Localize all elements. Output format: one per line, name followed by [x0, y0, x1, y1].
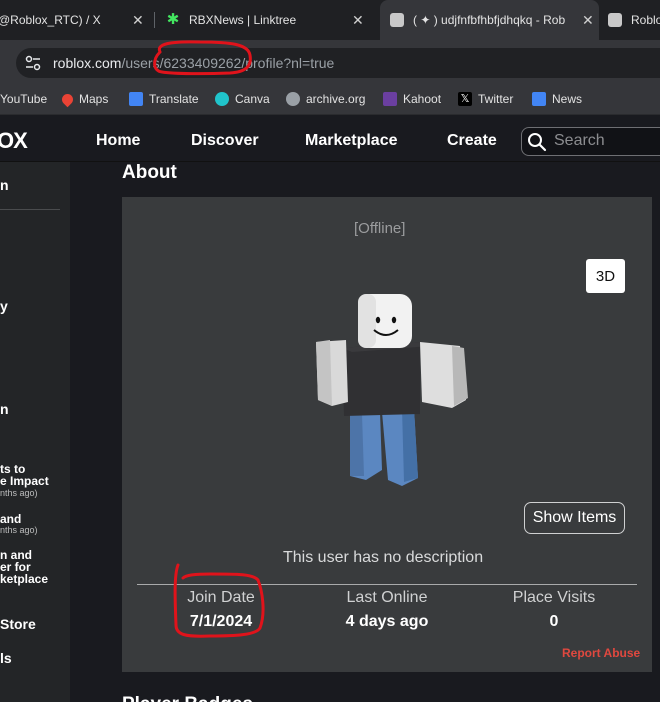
x-logo-icon: 𝕏	[458, 92, 472, 106]
view-3d-button[interactable]: 3D	[586, 259, 625, 293]
bookmark-label: archive.org	[306, 92, 366, 106]
bookmark-canva[interactable]: Canva	[215, 92, 270, 106]
url-domain: roblox.com	[53, 55, 122, 71]
kahoot-icon	[383, 92, 397, 106]
search-placeholder: Search	[554, 132, 605, 149]
globe-icon	[286, 92, 300, 106]
last-online-label: Last Online	[346, 589, 428, 606]
divider	[137, 584, 637, 585]
tab-title: ( ✦ ) udjfnfbfhbfjdhqkq - Rob	[413, 13, 566, 27]
translate-icon	[129, 92, 143, 106]
report-abuse-link[interactable]: Report Abuse	[562, 646, 640, 660]
nav-discover[interactable]: Discover	[191, 132, 259, 150]
tab-roblox[interactable]: Roblo	[608, 0, 660, 40]
bookmark-label: YouTube	[0, 92, 48, 106]
bookmark-label: Translate	[149, 92, 199, 106]
section-title-about: About	[122, 162, 177, 183]
close-icon[interactable]: ✕	[132, 12, 144, 29]
close-icon[interactable]: ✕	[352, 12, 364, 29]
bookmark-label: News	[552, 92, 583, 106]
bookmark-kahoot[interactable]: Kahoot	[383, 92, 441, 106]
join-date-label: Join Date	[187, 589, 255, 606]
bookmark-twitter[interactable]: 𝕏 Twitter	[458, 92, 513, 106]
tab-active-roblox[interactable]: ( ✦ ) udjfnfbfhbfjdhqkq - Rob ✕	[380, 0, 599, 40]
maps-icon	[59, 91, 76, 107]
bookmark-label: Canva	[235, 92, 270, 106]
join-date-value: 7/1/2024	[189, 613, 253, 630]
news-icon	[532, 92, 546, 106]
sidebar-event-time: nths ago)	[0, 525, 38, 535]
sidebar-event[interactable]: n and er for ketplace	[0, 549, 48, 585]
sidebar-divider	[0, 209, 60, 210]
tab-linktree[interactable]: ✱ RBXNews | Linktree ✕	[166, 0, 371, 40]
close-icon[interactable]: ✕	[582, 12, 594, 29]
site-settings-icon[interactable]	[25, 55, 41, 71]
place-visits-label: Place Visits	[512, 589, 596, 606]
place-visits-value: 0	[549, 613, 559, 630]
tab-separator	[154, 12, 155, 28]
sidebar-item-store[interactable]: Store	[0, 617, 36, 631]
linktree-icon: ✱	[166, 11, 180, 28]
nav-home[interactable]: Home	[96, 132, 140, 150]
bookmark-label: Twitter	[478, 92, 514, 106]
last-online-value: 4 days ago	[345, 613, 429, 630]
url-path: /users/6233409262/profile?nl=true	[121, 55, 335, 71]
roblox-icon	[608, 13, 622, 27]
tab-title: Roblo	[631, 13, 660, 27]
sidebar-item[interactable]: n	[0, 402, 9, 416]
url-text[interactable]: roblox.com/users/6233409262/profile?nl=t…	[53, 55, 334, 71]
tab-x[interactable]: @Roblox_RTC) / X ✕	[0, 0, 148, 40]
sidebar-event-time: nths ago)	[0, 488, 38, 498]
nav-marketplace[interactable]: Marketplace	[305, 132, 398, 150]
roblox-icon	[390, 13, 404, 27]
search-icon	[528, 133, 547, 152]
canva-icon	[215, 92, 229, 106]
sidebar-item[interactable]: ls	[0, 651, 12, 665]
roblox-logo[interactable]: OX	[0, 128, 28, 154]
bookmark-label: Kahoot	[403, 92, 442, 106]
sidebar-event[interactable]: and	[0, 513, 21, 525]
presence-status: [Offline]	[354, 220, 406, 237]
show-items-button[interactable]: Show Items	[524, 502, 625, 534]
avatar-image	[316, 294, 468, 486]
browser-window: @Roblox_RTC) / X ✕ ✱ RBXNews | Linktree …	[0, 0, 660, 702]
section-title-next: Player Badges	[122, 694, 253, 702]
bookmark-archive[interactable]: archive.org	[286, 92, 365, 106]
bookmark-youtube[interactable]: YouTube	[0, 92, 47, 106]
tab-title: RBXNews | Linktree	[189, 13, 297, 27]
sidebar-item[interactable]: y	[0, 299, 8, 313]
sidebar-event[interactable]: ts to e Impact	[0, 463, 49, 487]
bookmark-translate[interactable]: Translate	[129, 92, 199, 106]
bookmark-maps[interactable]: Maps	[59, 91, 109, 107]
nav-create[interactable]: Create	[447, 132, 497, 150]
profile-description: This user has no description	[283, 549, 484, 566]
tab-title: @Roblox_RTC) / X	[0, 13, 101, 27]
bookmark-news[interactable]: News	[532, 92, 582, 106]
sidebar-item[interactable]: n	[0, 178, 9, 192]
bookmark-label: Maps	[79, 92, 109, 106]
